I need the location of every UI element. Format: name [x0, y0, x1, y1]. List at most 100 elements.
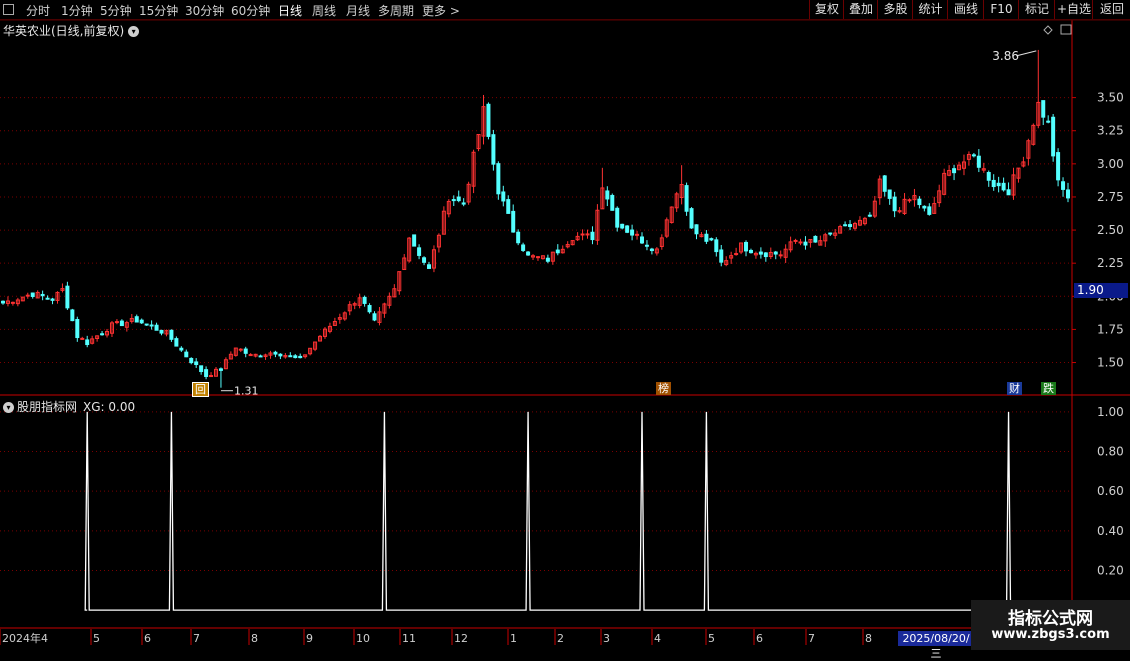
candle-body — [75, 319, 80, 339]
candle-body — [971, 154, 976, 157]
ind-y-tick-label: 1.00 — [1097, 405, 1124, 419]
candle-body — [917, 198, 922, 206]
candle-body — [204, 369, 209, 377]
event-zd-icon[interactable]: 跌 — [1041, 382, 1056, 395]
candle-body — [605, 190, 610, 200]
candle-body — [1051, 116, 1056, 157]
candle-body — [867, 214, 872, 217]
panel-toggle-icon — [1060, 24, 1072, 35]
x-tick-label: 9 — [306, 632, 313, 645]
candle-body — [778, 254, 783, 257]
candle-body — [258, 355, 263, 358]
candle-body — [892, 196, 897, 212]
x-tick-label: 1 — [510, 632, 517, 645]
candle-body — [694, 224, 699, 235]
y-tick-label: 2.25 — [1097, 256, 1124, 270]
candle-body — [798, 241, 803, 244]
candle-body — [422, 257, 427, 263]
candle-body — [793, 239, 798, 242]
ind-y-tick-label: 0.80 — [1097, 445, 1124, 459]
candle-body — [516, 231, 521, 244]
candle-body — [298, 355, 303, 359]
ind-y-tick-label: 0.60 — [1097, 484, 1124, 498]
candle-body — [952, 168, 957, 174]
candle-body — [511, 210, 516, 233]
candle-body — [461, 202, 466, 205]
candle-body — [620, 223, 625, 229]
candle-body — [114, 321, 119, 324]
event-hui-icon[interactable]: 回 — [192, 382, 209, 397]
min-price-label: 1.31 — [234, 385, 259, 398]
candle-body — [189, 357, 194, 364]
candle-body — [843, 224, 848, 227]
candle-body — [10, 301, 15, 304]
candle-body — [625, 225, 630, 233]
candle-body — [238, 348, 243, 351]
chart-canvas: 1.501.752.002.252.502.753.003.253.500.20… — [0, 19, 1130, 645]
indicator-line — [84, 411, 1068, 611]
candle-body — [882, 175, 887, 192]
candle-body — [1046, 120, 1051, 123]
candle-body — [709, 238, 714, 241]
y-tick-label: 2.50 — [1097, 223, 1124, 237]
candle-body — [248, 354, 253, 357]
candle-body — [773, 251, 778, 255]
chevron-down-icon[interactable]: ▾ — [3, 402, 14, 413]
candle-body — [149, 324, 154, 327]
candle-body — [491, 134, 496, 165]
stock-title: 华英农业(日线,前复权) ▾ — [3, 22, 140, 39]
y-tick-label: 1.50 — [1097, 356, 1124, 370]
x-tick-label: 11 — [402, 632, 416, 645]
candle-body — [630, 229, 635, 236]
candle-body — [535, 256, 540, 259]
candle-body — [991, 179, 996, 188]
candle-body — [758, 251, 763, 255]
event-cai-icon[interactable]: 财 — [1007, 382, 1022, 395]
indicator-title: ▾ 股朋指标网 XG: 0.00 — [3, 398, 135, 415]
candle-body — [372, 313, 377, 321]
candle-body — [25, 294, 30, 297]
x-tick-label: 7 — [808, 632, 815, 645]
candle-body — [139, 319, 144, 324]
x-tick-label: 8 — [865, 632, 872, 645]
candle-body — [887, 189, 892, 199]
candle-body — [159, 329, 164, 334]
candle-body — [986, 172, 991, 181]
candle-body — [1001, 182, 1006, 191]
candle-body — [545, 257, 550, 262]
current-price-tag: 1.90 — [1074, 283, 1128, 298]
candle-body — [451, 199, 456, 202]
candle-body — [828, 232, 833, 235]
candle-body — [40, 293, 45, 297]
diamond-icon — [1043, 25, 1053, 35]
y-tick-label: 1.75 — [1097, 322, 1124, 336]
indicator-value: XG: 0.00 — [83, 400, 136, 414]
candle-body — [288, 355, 293, 358]
x-tick-label: 4 — [654, 632, 661, 645]
candle-body — [119, 320, 124, 327]
x-tick-label: 3 — [603, 632, 610, 645]
candle-body — [100, 333, 105, 336]
candle-body — [45, 297, 50, 300]
candle-body — [218, 368, 223, 371]
candle-body — [689, 208, 694, 229]
candle-body — [506, 199, 511, 214]
candle-body — [209, 375, 214, 378]
x-tick-label: 2 — [557, 632, 564, 645]
chevron-down-icon[interactable]: ▾ — [128, 26, 140, 37]
candle-body — [80, 337, 85, 340]
y-tick-label: 3.00 — [1097, 157, 1124, 171]
x-tick-label: 8 — [251, 632, 258, 645]
candle-body — [412, 234, 417, 247]
candle-body — [615, 207, 620, 228]
event-bang-icon[interactable]: 榜 — [656, 382, 671, 395]
candle-body — [154, 324, 159, 331]
candle-body — [521, 244, 526, 251]
candle-body — [580, 233, 585, 236]
candle-body — [644, 244, 649, 247]
candle-body — [427, 264, 431, 269]
candle-body — [1041, 100, 1046, 118]
candle-body — [273, 351, 278, 355]
y-tick-label: 3.50 — [1097, 91, 1124, 105]
candle-body — [714, 239, 719, 253]
